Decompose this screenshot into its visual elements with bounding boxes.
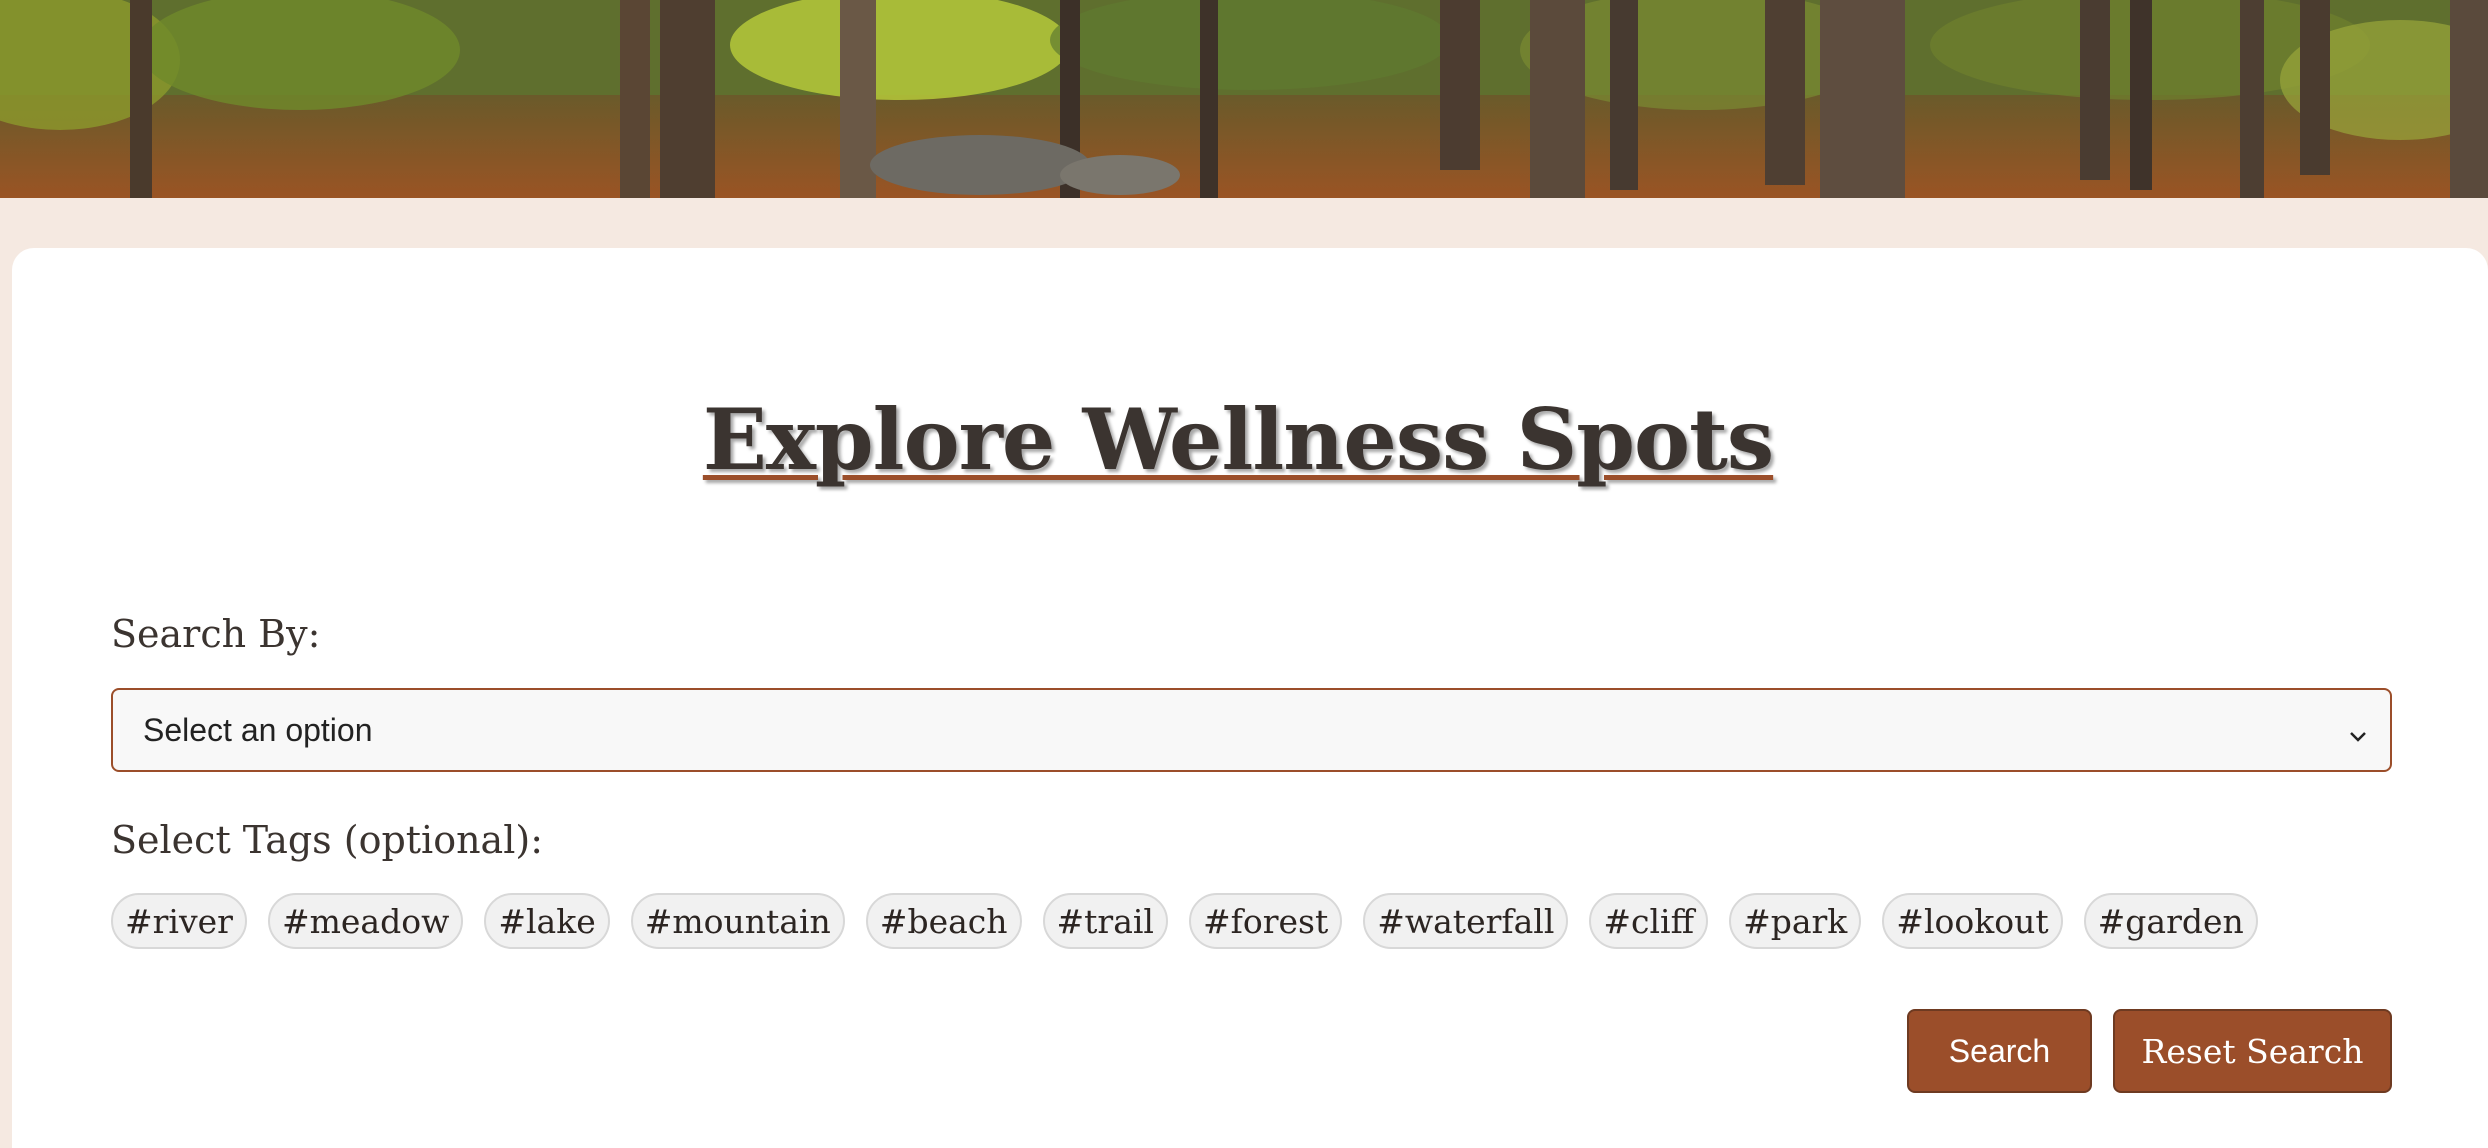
reset-search-button[interactable]: Reset Search xyxy=(2113,1009,2392,1093)
search-by-select[interactable]: Select an option xyxy=(111,688,2392,772)
tag-garden[interactable]: #garden xyxy=(2083,893,2258,949)
tag-mountain[interactable]: #mountain xyxy=(630,893,845,949)
tag-trail[interactable]: #trail xyxy=(1042,893,1168,949)
tag-beach[interactable]: #beach xyxy=(865,893,1022,949)
tag-river[interactable]: #river xyxy=(111,893,247,949)
forest-banner-image xyxy=(0,0,2488,198)
tag-lake[interactable]: #lake xyxy=(484,893,610,949)
search-button[interactable]: Search xyxy=(1907,1009,2092,1093)
tag-cliff[interactable]: #cliff xyxy=(1589,893,1709,949)
tag-list: #river #meadow #lake #mountain #beach #t… xyxy=(111,893,2258,949)
select-tags-label: Select Tags (optional): xyxy=(111,818,543,862)
select-value: Select an option xyxy=(143,711,373,748)
page-title: Explore Wellness Spots xyxy=(702,390,1774,489)
tag-lookout[interactable]: #lookout xyxy=(1882,893,2063,949)
tag-meadow[interactable]: #meadow xyxy=(267,893,464,949)
chevron-down-icon xyxy=(2348,718,2368,755)
search-by-label: Search By: xyxy=(111,612,321,656)
tag-forest[interactable]: #forest xyxy=(1189,893,1343,949)
tag-park[interactable]: #park xyxy=(1729,893,1862,949)
tag-waterfall[interactable]: #waterfall xyxy=(1363,893,1569,949)
